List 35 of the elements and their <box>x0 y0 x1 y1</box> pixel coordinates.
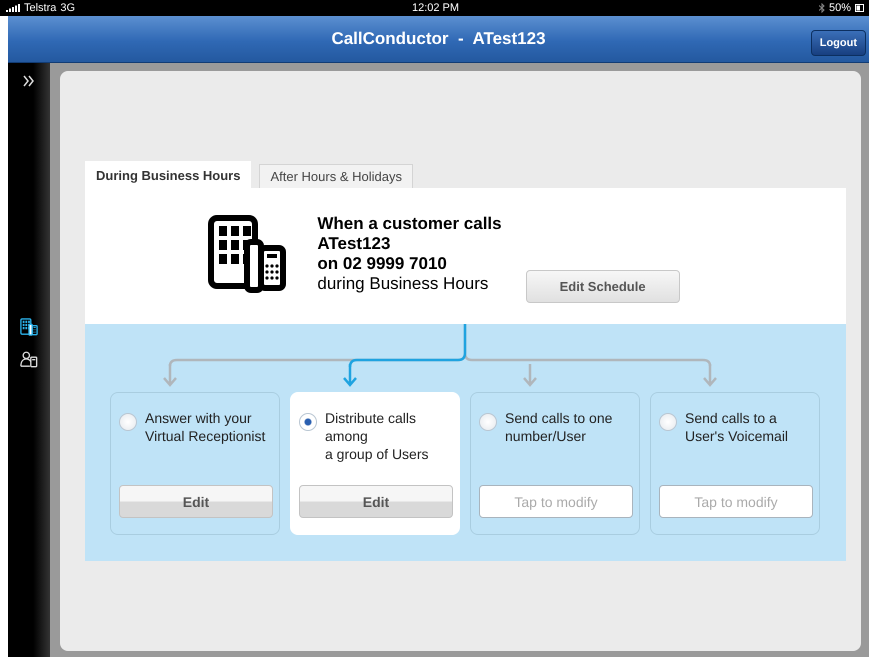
option-card[interactable]: Send calls to one number/User Tap to modify <box>470 392 640 535</box>
sidebar-item[interactable] <box>20 317 38 337</box>
option-label: Distribute calls among a group of Users <box>325 409 428 463</box>
sidebar-item[interactable] <box>20 349 38 369</box>
building-phone-icon <box>20 317 38 337</box>
call-summary-line: When a customer calls <box>317 214 502 234</box>
edit-schedule-button[interactable]: Edit Schedule <box>526 270 680 303</box>
battery-level: 50% <box>828 2 851 14</box>
carrier-name: Telstra <box>24 2 56 14</box>
radio-button[interactable] <box>299 413 317 431</box>
signal-icon <box>6 4 20 12</box>
network-type: 3G <box>60 2 76 14</box>
tab[interactable]: After Hours & Holidays <box>259 164 413 188</box>
radio-button[interactable] <box>479 413 497 431</box>
option-card[interactable]: Send calls to a User's Voicemail Tap to modify <box>650 392 820 535</box>
bluetooth-icon <box>818 3 825 13</box>
logout-button[interactable]: Logout <box>810 30 866 56</box>
battery-icon <box>855 4 865 12</box>
clock-time: 12:02 PM <box>412 2 460 14</box>
option-label: Send calls to a User's Voicemail <box>685 409 788 445</box>
radio-button[interactable] <box>659 413 677 431</box>
option-label: Answer with your Virtual Receptionist <box>145 409 266 445</box>
option-label: Send calls to one number/User <box>505 409 612 445</box>
option-card[interactable]: Distribute calls among a group of Users Edit <box>290 392 460 535</box>
schedule-period: during Business Hours <box>317 274 490 294</box>
radio-button[interactable] <box>119 413 137 431</box>
edit-button[interactable]: Edit <box>299 485 453 518</box>
person-phone-icon <box>20 349 38 369</box>
call-summary-line: on 02 9999 7010 <box>317 254 448 274</box>
call-summary-line: ATest123 <box>317 234 392 254</box>
app-title: CallConductor - ATest123 <box>331 29 546 49</box>
option-card[interactable]: Answer with your Virtual Receptionist Edit <box>110 392 280 535</box>
tab[interactable]: During Business Hours <box>85 161 252 188</box>
expand-icon[interactable] <box>23 75 35 87</box>
edit-button[interactable]: Edit <box>119 485 273 518</box>
